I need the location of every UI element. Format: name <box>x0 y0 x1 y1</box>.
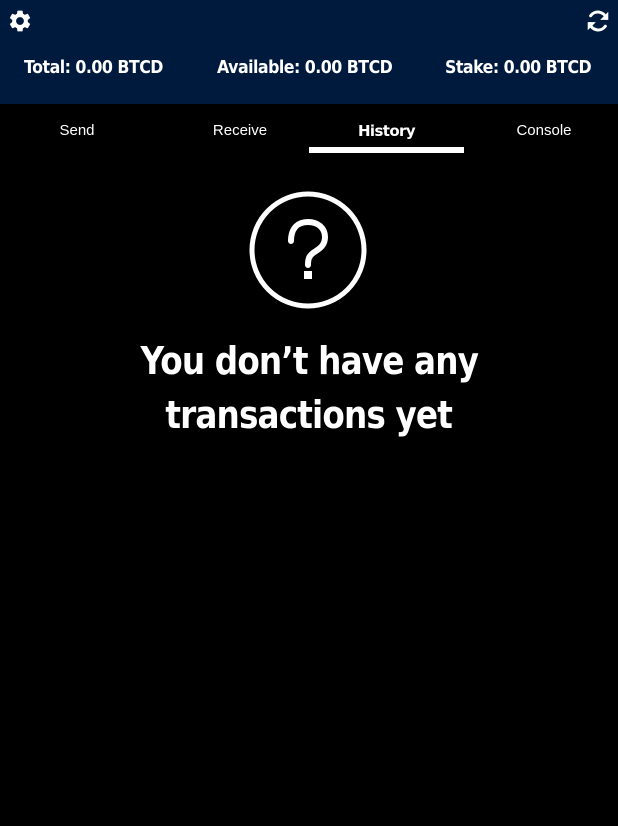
tab-send[interactable]: Send <box>0 104 154 154</box>
tab-console[interactable]: Console <box>467 104 618 154</box>
tab-receive-label: Receive <box>212 122 268 139</box>
tab-receive[interactable]: Receive <box>163 104 317 154</box>
empty-message-line-2: transactions yet <box>165 393 453 437</box>
app-header: Total: 0.00 BTCD Available: 0.00 BTCD St… <box>0 0 618 104</box>
tab-history[interactable]: History <box>309 104 464 154</box>
empty-history-message: You don’t have any transactions yet <box>0 334 618 442</box>
tab-bar: Send Receive History Console <box>0 104 618 154</box>
tab-history-label: History <box>357 122 416 140</box>
refresh-button[interactable] <box>585 8 611 34</box>
balance-bar: Total: 0.00 BTCD Available: 0.00 BTCD St… <box>0 54 618 82</box>
available-balance: Available: 0.00 BTCD <box>217 57 393 78</box>
total-balance: Total: 0.00 BTCD <box>24 57 163 78</box>
tab-send-label: Send <box>59 122 95 139</box>
gear-icon <box>9 10 31 32</box>
empty-message-line-1: You don’t have any <box>140 339 478 383</box>
question-circle-icon <box>249 191 367 309</box>
stake-balance: Stake: 0.00 BTCD <box>445 57 592 78</box>
tab-console-label: Console <box>516 122 572 139</box>
refresh-icon <box>587 10 609 32</box>
settings-button[interactable] <box>7 8 33 34</box>
active-tab-indicator <box>309 147 464 153</box>
